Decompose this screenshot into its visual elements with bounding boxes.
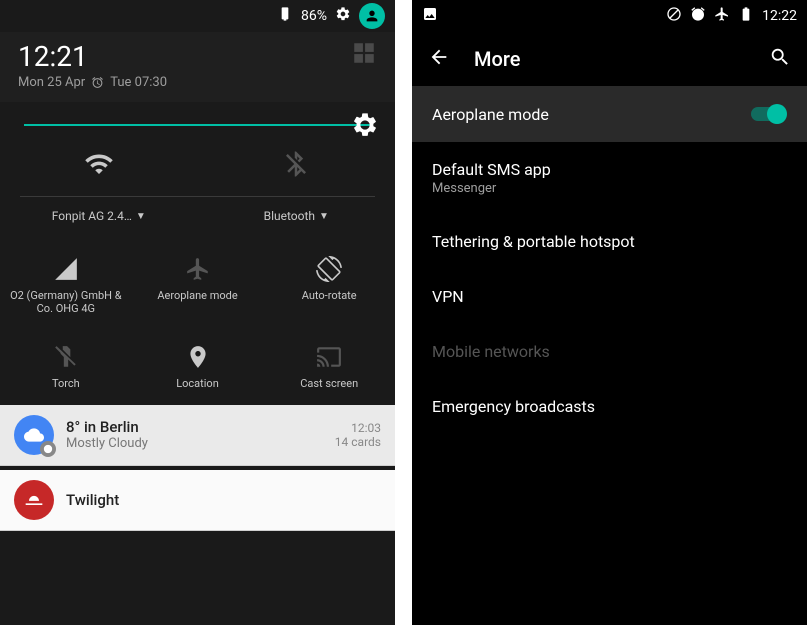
notif-meta: 14 cards xyxy=(335,435,381,449)
chevron-down-icon: ▼ xyxy=(319,211,329,222)
battery-icon xyxy=(277,6,293,26)
wifi-tile[interactable] xyxy=(0,136,198,194)
status-bar: 86% xyxy=(0,0,395,32)
wifi-icon xyxy=(4,146,194,182)
setting-sms[interactable]: Default SMS app Messenger xyxy=(412,142,807,214)
notif-time: 12:03 xyxy=(335,421,381,435)
settings-more-screen: 12:22 More Aeroplane mode Default SMS ap… xyxy=(412,0,807,625)
setting-mobile-networks: Mobile networks xyxy=(412,324,807,379)
cast-tile[interactable]: Cast screen xyxy=(263,329,395,400)
no-sim-icon xyxy=(666,6,682,26)
cast-icon xyxy=(267,339,391,375)
notification-weather[interactable]: 8° in Berlin Mostly Cloudy 12:03 14 card… xyxy=(0,405,395,466)
quick-settings-screen: 86% 12:21 Mon 25 Apr Tue 07:30 xyxy=(0,0,395,625)
torch-icon xyxy=(4,339,128,375)
bluetooth-off-icon xyxy=(202,146,392,182)
chevron-down-icon: ▼ xyxy=(136,211,146,222)
airplane-switch[interactable] xyxy=(751,104,787,124)
location-tile[interactable]: Location xyxy=(132,329,264,400)
airplane-icon xyxy=(136,251,260,287)
status-bar: 12:22 xyxy=(412,0,807,32)
brightness-auto-icon[interactable] xyxy=(351,111,379,139)
setting-tethering[interactable]: Tethering & portable hotspot xyxy=(412,214,807,269)
settings-icon[interactable] xyxy=(335,6,351,26)
rotate-tile[interactable]: Auto-rotate xyxy=(263,241,395,325)
cloud-icon xyxy=(14,415,54,455)
multiuser-icon[interactable] xyxy=(351,40,377,70)
page-title: More xyxy=(474,47,745,71)
airplane-tile[interactable]: Aeroplane mode xyxy=(132,241,264,325)
date-row: Mon 25 Apr Tue 07:30 xyxy=(18,75,167,90)
qs-header: 12:21 Mon 25 Apr Tue 07:30 xyxy=(0,32,395,102)
brightness-slider[interactable] xyxy=(0,102,395,136)
google-badge-icon xyxy=(40,441,56,457)
torch-tile[interactable]: Torch xyxy=(0,329,132,400)
cellular-tile[interactable]: O2 (Germany) GmbH & Co. OHG 4G xyxy=(0,241,132,325)
battery-pct: 86% xyxy=(301,8,327,24)
search-icon[interactable] xyxy=(769,46,791,72)
profile-icon[interactable] xyxy=(359,3,385,29)
airplane-icon xyxy=(714,6,730,26)
setting-airplane[interactable]: Aeroplane mode xyxy=(412,86,807,142)
alarm-time: Tue 07:30 xyxy=(110,75,167,90)
battery-icon xyxy=(738,6,754,26)
status-clock: 12:22 xyxy=(762,8,797,24)
bluetooth-tile[interactable] xyxy=(198,136,396,194)
image-icon xyxy=(422,6,438,26)
location-icon xyxy=(136,339,260,375)
setting-emergency[interactable]: Emergency broadcasts xyxy=(412,379,807,434)
notif-sub: Mostly Cloudy xyxy=(66,436,323,451)
back-icon[interactable] xyxy=(428,46,450,72)
toolbar: More xyxy=(412,32,807,86)
notification-twilight[interactable]: Twilight xyxy=(0,470,395,531)
twilight-icon xyxy=(14,480,54,520)
notif-title: Twilight xyxy=(66,491,381,509)
wifi-label-row[interactable]: Fonpit AG 2.4…▼ xyxy=(0,199,198,233)
alarm-icon xyxy=(91,76,104,89)
rotate-icon xyxy=(267,251,391,287)
date: Mon 25 Apr xyxy=(18,75,85,90)
clock: 12:21 xyxy=(18,40,167,73)
signal-icon xyxy=(4,251,128,287)
setting-vpn[interactable]: VPN xyxy=(412,269,807,324)
bluetooth-label-row[interactable]: Bluetooth▼ xyxy=(198,199,396,233)
notif-title: 8° in Berlin xyxy=(66,418,323,436)
alarm-icon xyxy=(690,6,706,26)
